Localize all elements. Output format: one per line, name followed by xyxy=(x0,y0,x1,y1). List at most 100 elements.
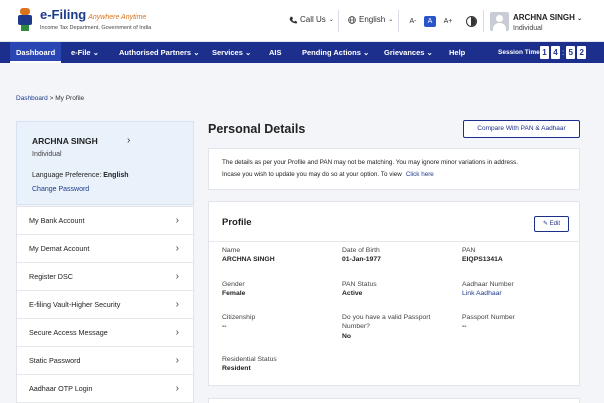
pan-status-label: PAN Status xyxy=(342,281,377,288)
sidebar-item-my-bank-account[interactable]: My Bank Account › xyxy=(17,207,193,235)
chevron-down-icon: ⌄ xyxy=(244,48,252,57)
profile-card: Profile ✎ Edit Name ARCHNA SINGH Date of… xyxy=(208,201,580,386)
passport-question-label: Do you have a valid Passport Number? xyxy=(342,313,430,331)
passport-number-label: Passport Number xyxy=(462,314,515,321)
globe-icon xyxy=(348,15,356,24)
nav-label: Authorised Partners xyxy=(119,48,192,57)
dob-value: 01-Jan-1977 xyxy=(342,256,381,263)
notice-text-line1: The details as per your Profile and PAN … xyxy=(222,159,518,166)
font-decrease-button[interactable]: A- xyxy=(407,16,419,27)
breadcrumb-current: My Profile xyxy=(55,95,85,102)
chevron-right-icon[interactable]: › xyxy=(127,135,130,146)
nav-label: Services xyxy=(212,48,243,57)
chevron-down-icon: ⌄ xyxy=(426,48,433,57)
nav-authorised-partners[interactable]: Authorised Partners ⌄ xyxy=(119,42,200,63)
click-here-link[interactable]: Click here xyxy=(406,171,434,178)
notice-text: Incase you wish to update you may do so … xyxy=(222,171,402,178)
avatar[interactable] xyxy=(490,12,509,31)
call-us-dropdown[interactable]: Call Us ⌄ xyxy=(289,15,334,24)
sidebar-item-register-dsc[interactable]: Register DSC › xyxy=(17,263,193,291)
nav-label: Grievances xyxy=(384,48,425,57)
language-dropdown[interactable]: English ⌄ xyxy=(348,15,393,24)
sidebar-profile-card: ARCHNA SINGH › Individual Language Prefe… xyxy=(16,121,194,205)
timer-digit: 2 xyxy=(577,46,587,59)
sidebar-item-label: Secure Access Message xyxy=(29,328,108,337)
pencil-icon: ✎ xyxy=(542,221,548,227)
sidebar-item-label: Static Password xyxy=(29,356,81,365)
font-normal-button[interactable]: A xyxy=(424,16,436,27)
sidebar-item-aadhaar-otp-login[interactable]: Aadhaar OTP Login › xyxy=(17,375,193,403)
logo-tagline: Anywhere Anytime xyxy=(88,14,147,21)
emblem-icon xyxy=(18,8,32,31)
name-value: ARCHNA SINGH xyxy=(222,256,275,263)
nav-efile[interactable]: e-File ⌄ xyxy=(71,42,99,63)
contrast-toggle-icon[interactable] xyxy=(466,16,477,27)
sidebar-item-my-demat-account[interactable]: My Demat Account › xyxy=(17,235,193,263)
gender-label: Gender xyxy=(222,281,245,288)
user-role: Individual xyxy=(513,25,543,32)
chevron-right-icon: › xyxy=(175,299,179,310)
sidebar-item-efiling-vault[interactable]: E-filing Vault-Higher Security › xyxy=(17,291,193,319)
change-password-link[interactable]: Change Password xyxy=(32,186,89,193)
notice-box: The details as per your Profile and PAN … xyxy=(208,148,580,190)
logo-title: e-Filing xyxy=(40,7,87,22)
passport-number-value: -- xyxy=(462,323,467,330)
chevron-right-icon: › xyxy=(175,383,179,394)
nav-label: e-File xyxy=(71,48,91,57)
language-preference-label: Language Preference: xyxy=(32,172,102,179)
session-time-label: Session Time xyxy=(498,49,540,56)
nav-services[interactable]: Services ⌄ xyxy=(212,42,251,63)
nav-ais[interactable]: AIS xyxy=(269,42,282,63)
user-menu[interactable]: ARCHNA SINGH ⌄ xyxy=(513,13,582,22)
chevron-right-icon: › xyxy=(175,271,179,282)
main-nav: Dashboard e-File ⌄ Authorised Partners ⌄… xyxy=(0,42,604,63)
profile-divider xyxy=(209,241,579,242)
language-label: English xyxy=(359,15,386,24)
sidebar-user-role: Individual xyxy=(32,151,62,158)
user-name: ARCHNA SINGH xyxy=(513,13,575,22)
language-preference: Language Preference: English xyxy=(32,172,129,179)
nav-help[interactable]: Help xyxy=(449,42,465,63)
chevron-down-icon: ⌄ xyxy=(328,17,334,23)
chevron-right-icon: › xyxy=(175,327,179,338)
dob-label: Date of Birth xyxy=(342,247,380,254)
top-header: e-Filing Anywhere Anytime Income Tax Depa… xyxy=(0,0,604,42)
nav-pending-actions[interactable]: Pending Actions ⌄ xyxy=(302,42,369,63)
sidebar-item-label: My Bank Account xyxy=(29,216,85,225)
timer-digit: 1 xyxy=(540,46,549,59)
sidebar-user-name: ARCHNA SINGH xyxy=(32,136,98,146)
name-label: Name xyxy=(222,247,241,254)
profile-section-title: Profile xyxy=(222,217,252,228)
language-preference-value: English xyxy=(103,172,129,179)
pan-label: PAN xyxy=(462,247,476,254)
chevron-right-icon: › xyxy=(175,355,179,366)
residential-status-label: Residential Status xyxy=(222,356,277,363)
gender-value: Female xyxy=(222,290,246,297)
sidebar-item-secure-access-message[interactable]: Secure Access Message › xyxy=(17,319,193,347)
efiling-logo[interactable]: e-Filing Anywhere Anytime Income Tax Depa… xyxy=(14,5,174,37)
sidebar-item-label: Register DSC xyxy=(29,272,73,281)
compare-pan-aadhaar-button[interactable]: Compare With PAN & Aadhaar xyxy=(463,120,580,138)
page-title: Personal Details xyxy=(208,122,306,136)
passport-question-line2: Number? xyxy=(342,323,370,330)
header-divider xyxy=(483,10,484,32)
passport-question-line1: Do you have a valid Passport xyxy=(342,314,431,321)
chevron-down-icon: ⌄ xyxy=(92,48,99,57)
edit-profile-button[interactable]: ✎ Edit xyxy=(534,216,569,232)
sidebar-item-label: My Demat Account xyxy=(29,244,90,253)
next-section-card xyxy=(208,398,580,403)
nav-dashboard[interactable]: Dashboard xyxy=(10,42,62,63)
nav-grievances[interactable]: Grievances ⌄ xyxy=(384,42,433,63)
link-aadhaar-link[interactable]: Link Aadhaar xyxy=(462,290,502,297)
chevron-down-icon: ⌄ xyxy=(577,16,583,22)
header-divider xyxy=(398,10,399,32)
sidebar-item-label: E-filing Vault-Higher Security xyxy=(29,300,121,309)
chevron-down-icon: ⌄ xyxy=(388,17,394,23)
sidebar-item-static-password[interactable]: Static Password › xyxy=(17,347,193,375)
phone-icon xyxy=(289,16,297,23)
breadcrumb-dashboard[interactable]: Dashboard xyxy=(16,95,48,102)
timer-digit: 5 xyxy=(566,46,576,59)
nav-label: Pending Actions xyxy=(302,48,361,57)
chevron-down-icon: ⌄ xyxy=(193,48,200,57)
font-increase-button[interactable]: A+ xyxy=(442,16,454,27)
